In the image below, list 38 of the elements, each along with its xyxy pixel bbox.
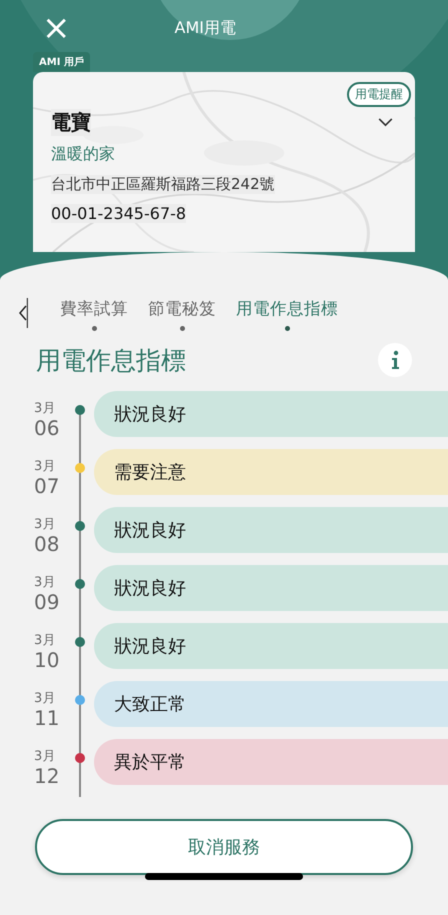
date-day: 12: [34, 766, 60, 786]
account-card[interactable]: 用電提醒 電寶 溫暖的家 台北市中正區羅斯福路三段242號 00-01-2345-67-8: [33, 72, 415, 252]
date-month: 3月: [34, 634, 56, 647]
date-month: 3月: [34, 692, 56, 705]
account-number: 00-01-2345-67-8: [51, 204, 186, 223]
tab[interactable]: 節電秘笈: [148, 298, 216, 331]
date-day: 10: [34, 650, 60, 670]
status-pill[interactable]: 狀況良好: [94, 507, 448, 553]
reminder-button[interactable]: 用電提醒: [347, 82, 411, 107]
date-month: 3月: [34, 518, 56, 531]
account-nickname: 溫暖的家: [51, 144, 115, 165]
status-pill[interactable]: 狀況良好: [94, 623, 448, 669]
status-pill[interactable]: 狀況良好: [94, 391, 448, 437]
account-tag: AMI 用戶: [33, 52, 90, 72]
date-month: 3月: [34, 750, 56, 763]
date-day: 09: [34, 592, 60, 612]
account-name: 電寶: [51, 109, 91, 136]
close-button[interactable]: ×: [42, 11, 70, 45]
tab[interactable]: 用電作息指標: [236, 298, 338, 331]
account-address: 台北市中正區羅斯福路三段242號: [51, 175, 275, 194]
chevron-down-icon[interactable]: [378, 118, 393, 127]
status-pill[interactable]: 大致正常: [94, 681, 448, 727]
date-day: 06: [34, 418, 60, 438]
cancel-service-button[interactable]: 取消服務: [35, 819, 413, 875]
chevron-left-icon[interactable]: [18, 298, 28, 328]
page-title: AMI用電: [174, 18, 236, 38]
status-pill[interactable]: 狀況良好: [94, 565, 448, 611]
date-day: 07: [34, 476, 60, 496]
date-month: 3月: [34, 576, 56, 589]
status-pill[interactable]: 需要注意: [94, 449, 448, 495]
status-pill[interactable]: 異於平常: [94, 739, 448, 785]
info-icon[interactable]: [378, 343, 412, 377]
tab[interactable]: 費率試算: [60, 298, 128, 331]
date-month: 3月: [34, 460, 56, 473]
section-title: 用電作息指標: [36, 344, 186, 376]
date-day: 11: [34, 708, 60, 728]
date-day: 08: [34, 534, 60, 554]
date-month: 3月: [34, 402, 56, 415]
